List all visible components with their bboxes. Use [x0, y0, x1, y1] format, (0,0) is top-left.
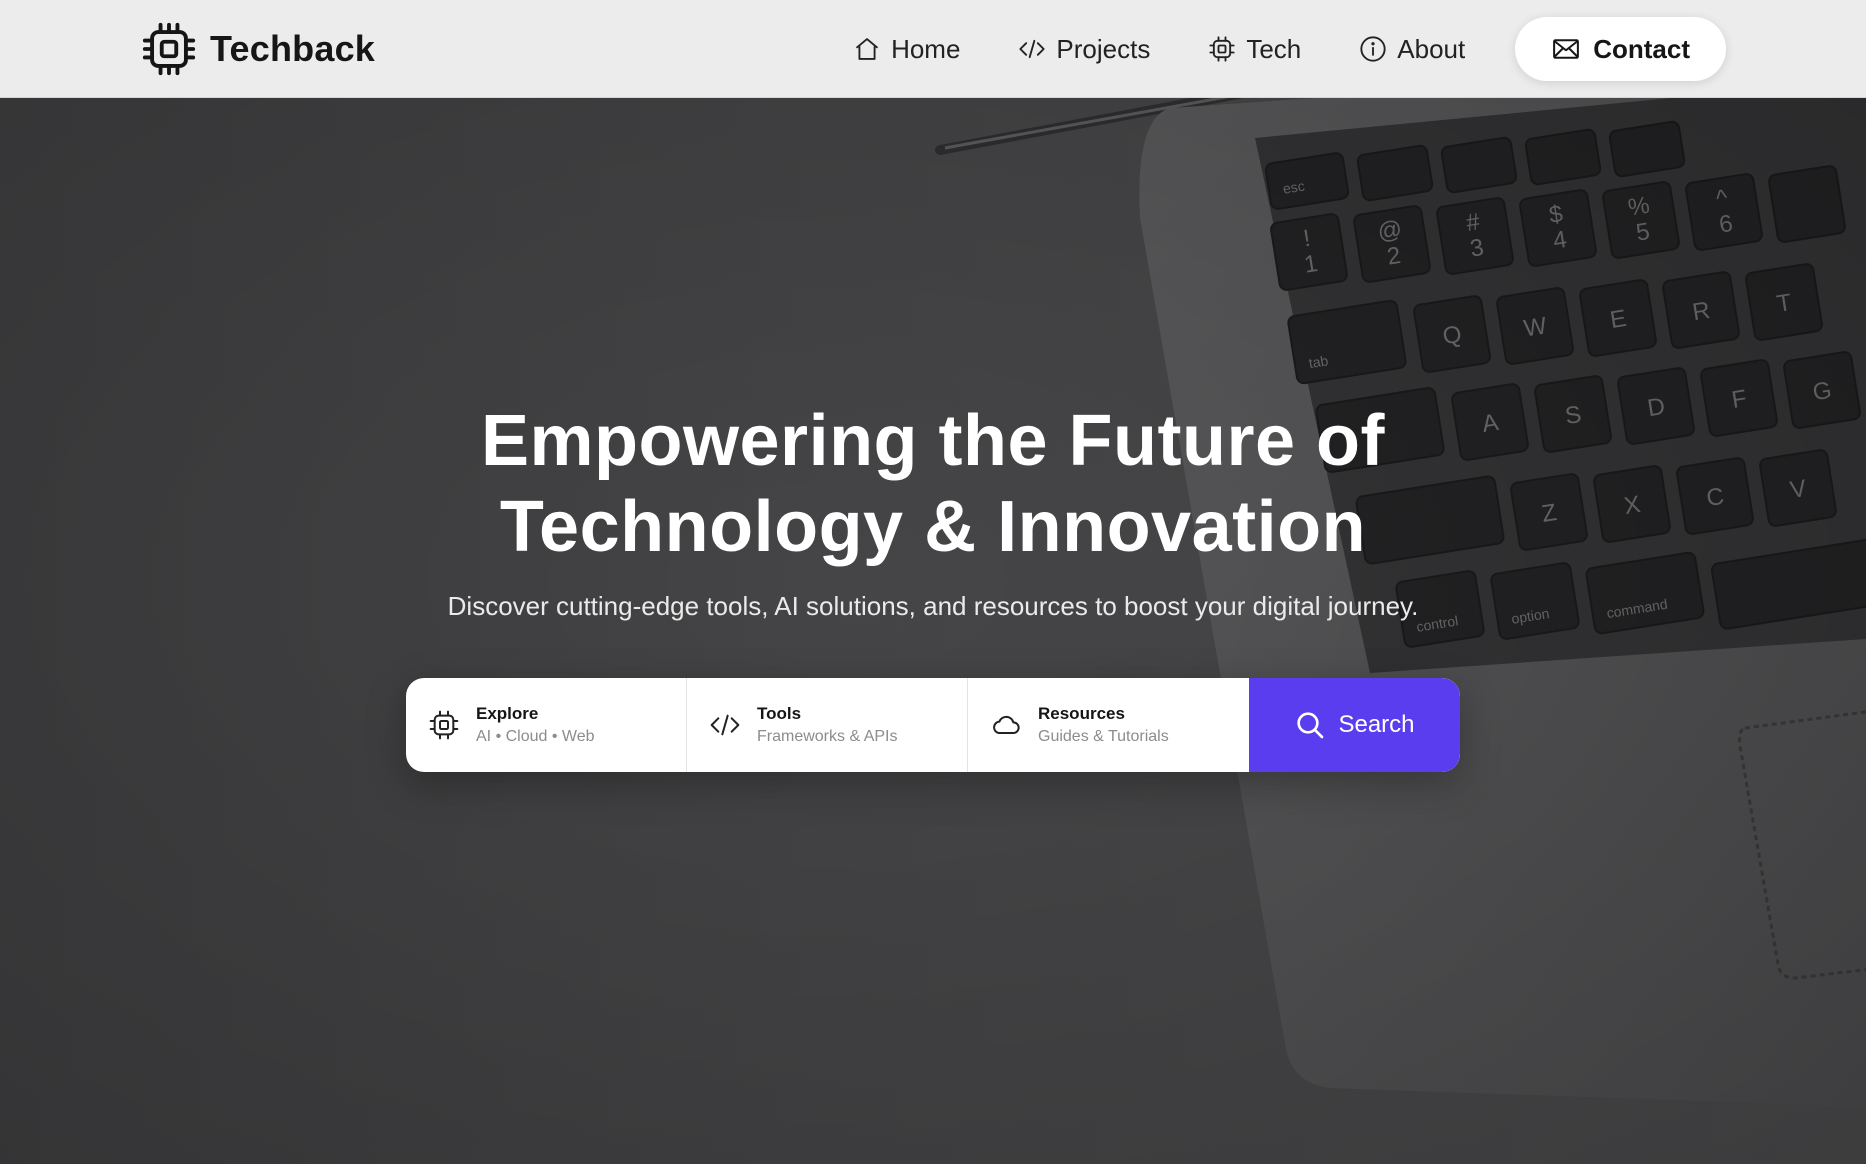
nav-label-tech: Tech	[1246, 33, 1302, 64]
laptop-keyboard-background: esc!1@2#3$4%5^6tabQWERTASDFGZXCVcontrolo…	[0, 98, 1866, 1164]
search-button[interactable]: Search	[1249, 678, 1460, 772]
main-nav: Home Projects Tech About Contact	[853, 17, 1726, 81]
segment-title: Explore	[476, 704, 539, 723]
nav-label-projects: Projects	[1056, 33, 1151, 64]
segment-subtitle: AI • Cloud • Web	[476, 728, 595, 745]
hero-title-line-1: Empowering the Future of	[481, 401, 1385, 481]
nav-label-about: About	[1397, 33, 1466, 64]
search-segment-explore[interactable]: Explore AI • Cloud • Web	[406, 678, 687, 772]
home-icon	[855, 38, 879, 60]
site-header: Techback Home Projects Tech About Contac…	[0, 0, 1866, 98]
hero-title-line-2: Technology & Innovation	[499, 487, 1367, 567]
contact-button[interactable]: Contact	[1515, 17, 1726, 81]
nav-item-home[interactable]: Home	[853, 34, 960, 65]
segment-text: Tools Frameworks & APIs	[757, 704, 897, 746]
segment-text: Explore AI • Cloud • Web	[476, 704, 595, 746]
contact-label: Contact	[1593, 33, 1690, 64]
chip-icon	[429, 710, 459, 740]
brand-logo[interactable]: Techback	[140, 18, 375, 80]
hero-subtitle: Discover cutting-edge tools, AI solution…	[447, 591, 1419, 621]
chip-icon	[1209, 36, 1235, 62]
search-button-label: Search	[1338, 711, 1415, 738]
segment-subtitle: Frameworks & APIs	[757, 728, 898, 745]
nav-item-about[interactable]: About	[1359, 34, 1465, 65]
nav-item-tech[interactable]: Tech	[1208, 34, 1301, 65]
nav-label-home: Home	[891, 33, 961, 64]
code-icon	[1019, 39, 1046, 59]
segment-title: Tools	[757, 704, 802, 723]
segment-title: Resources	[1038, 704, 1125, 723]
code-icon	[710, 714, 740, 736]
chip-icon	[142, 22, 196, 76]
info-icon	[1360, 36, 1386, 62]
nav-item-projects[interactable]: Projects	[1018, 34, 1150, 65]
search-segment-resources[interactable]: Resources Guides & Tutorials	[968, 678, 1249, 772]
cloud-icon	[993, 715, 1020, 734]
search-segment-tools[interactable]: Tools Frameworks & APIs	[687, 678, 968, 772]
search-bar: Explore AI • Cloud • Web Tools Framework…	[406, 678, 1460, 772]
mail-icon	[1553, 39, 1580, 59]
segment-subtitle: Guides & Tutorials	[1038, 728, 1169, 745]
hero-section: esc!1@2#3$4%5^6tabQWERTASDFGZXCVcontrolo…	[0, 98, 1866, 1164]
segment-text: Resources Guides & Tutorials	[1038, 704, 1169, 746]
search-icon	[1297, 712, 1324, 739]
hero-title: Empowering the Future of Technology & In…	[0, 398, 1866, 570]
brand-name: Techback	[210, 28, 376, 69]
